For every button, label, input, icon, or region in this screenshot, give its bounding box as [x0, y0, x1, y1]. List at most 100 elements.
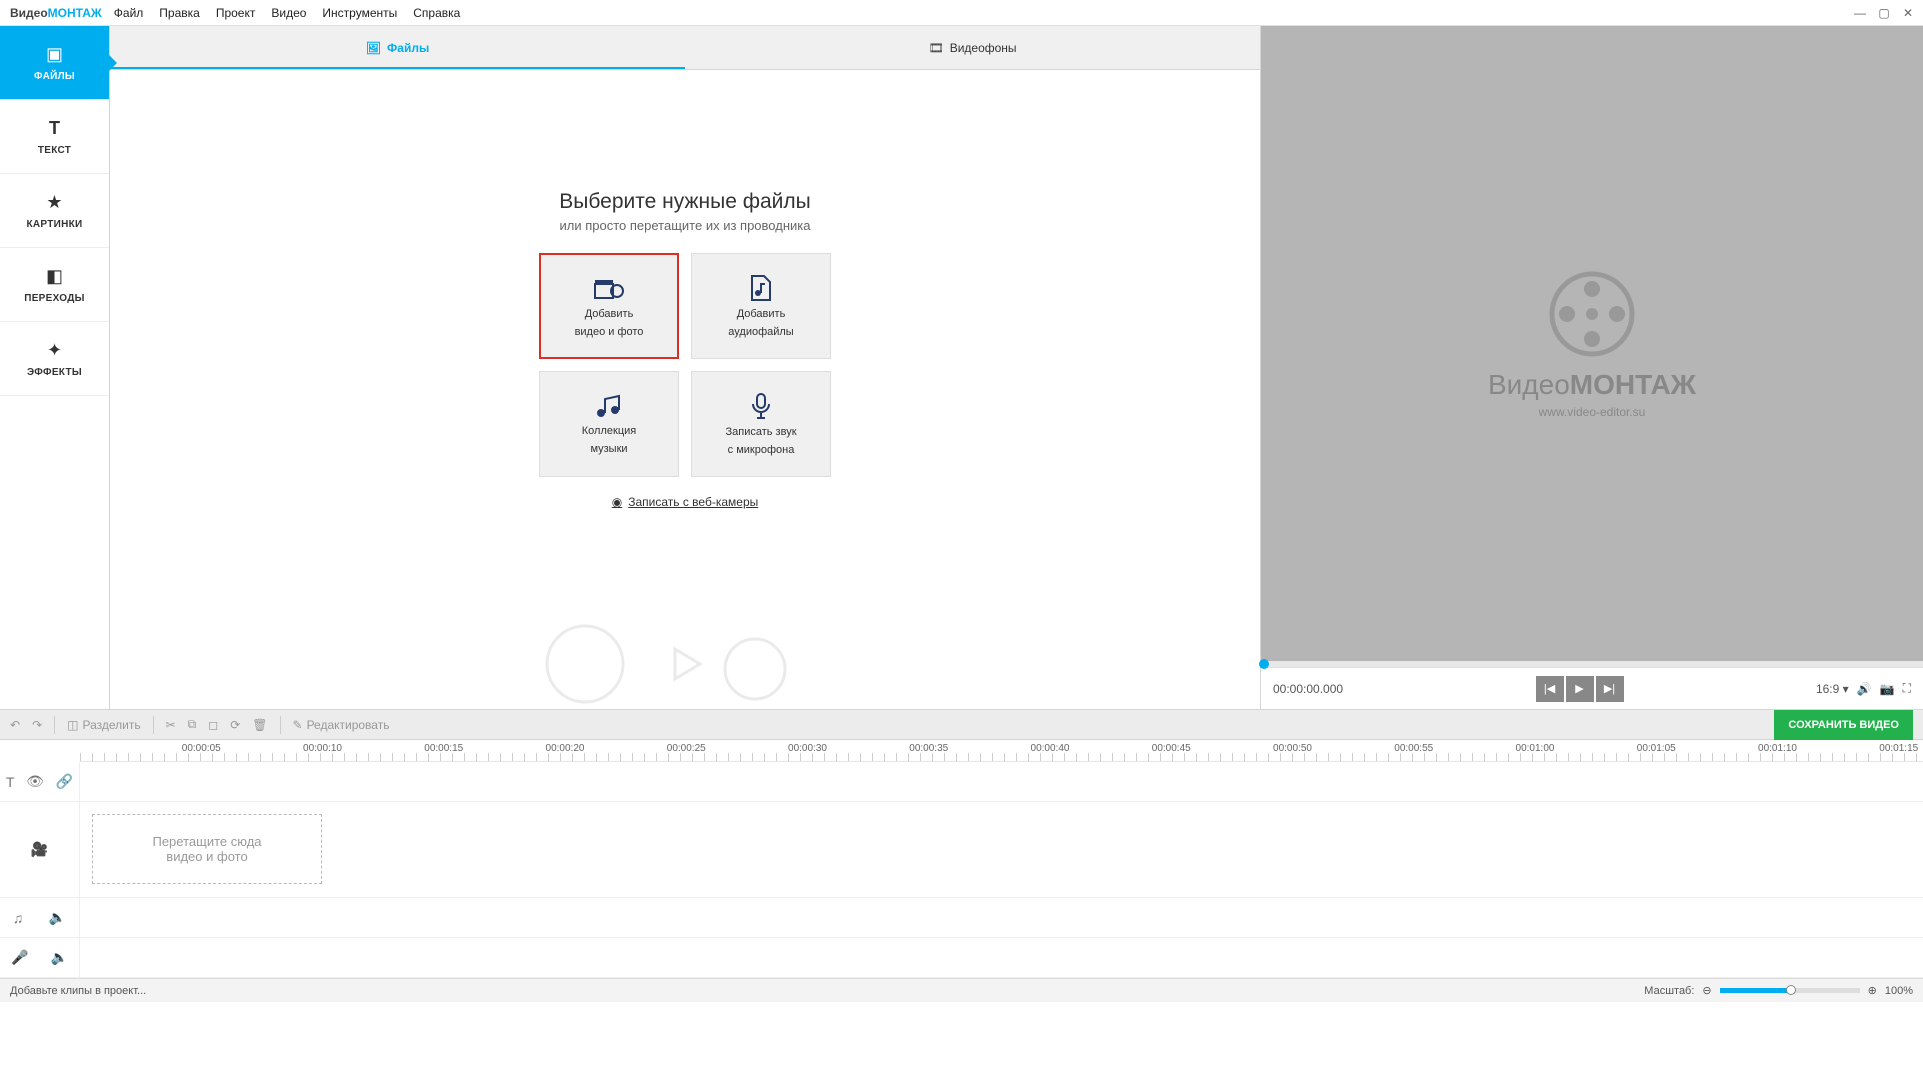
sidebar-pictures[interactable]: ★ КАРТИНКИ: [0, 174, 109, 248]
menu-file[interactable]: Файл: [114, 6, 144, 20]
sidebar-transitions[interactable]: ◧ ПЕРЕХОДЫ: [0, 248, 109, 322]
menubar: ВидеоМОНТАЖ Файл Правка Проект Видео Инс…: [0, 0, 1923, 26]
timeline-ruler[interactable]: 00:00:0500:00:1000:00:1500:00:2000:00:25…: [80, 740, 1923, 762]
file-area: Выберите нужные файлы или просто перетащ…: [110, 70, 1260, 709]
menu-project[interactable]: Проект: [216, 6, 256, 20]
sidebar-text[interactable]: T ТЕКСТ: [0, 100, 109, 174]
ruler-tick: 00:01:00: [1516, 743, 1555, 754]
rotate-button[interactable]: ⟳: [230, 718, 240, 732]
snapshot-icon[interactable]: 📷: [1880, 682, 1895, 696]
decorative-reel-icon: [525, 619, 845, 709]
menu-help[interactable]: Справка: [413, 6, 460, 20]
prev-frame-button[interactable]: |◀: [1536, 676, 1564, 702]
sidebar-text-label: ТЕКСТ: [38, 145, 71, 156]
film-icon: 🎞: [928, 41, 943, 55]
text-track-lane[interactable]: [80, 762, 1923, 801]
delete-button[interactable]: 🗑: [252, 718, 267, 732]
sidebar-effects[interactable]: ✦ ЭФФЕКТЫ: [0, 322, 109, 396]
add-audio-button[interactable]: Добавить аудиофайлы: [691, 253, 831, 359]
scrubber-handle[interactable]: [1259, 659, 1269, 669]
zoom-slider[interactable]: [1720, 988, 1860, 993]
add-video-l2: видео и фото: [575, 326, 644, 338]
visibility-icon[interactable]: 👁: [26, 773, 44, 790]
volume-icon[interactable]: 🔊: [1857, 682, 1872, 696]
webcam-label: Записать с веб-камеры: [628, 495, 758, 509]
ruler-tick: 00:00:10: [303, 743, 342, 754]
mute-icon[interactable]: 🔈: [49, 909, 66, 926]
voice-track-icon: 🎤: [11, 949, 28, 966]
content-tabs: 🖼 Файлы 🎞 Видеофоны: [110, 26, 1260, 70]
menu-video[interactable]: Видео: [271, 6, 306, 20]
menu-tools[interactable]: Инструменты: [322, 6, 397, 20]
tab-backgrounds-label: Видеофоны: [950, 41, 1017, 55]
star-icon: ★: [46, 192, 62, 213]
tab-files[interactable]: 🖼 Файлы: [110, 26, 685, 69]
transitions-icon: ◧: [46, 266, 63, 287]
file-area-title: Выберите нужные файлы: [559, 190, 811, 214]
link-icon[interactable]: 🔗: [56, 773, 73, 790]
mute-icon[interactable]: 🔈: [51, 949, 68, 966]
add-audio-l2: аудиофайлы: [728, 326, 793, 338]
zoom-out-button[interactable]: ⊖: [1702, 984, 1711, 997]
zoom-in-button[interactable]: ⊕: [1868, 984, 1877, 997]
text-track-icon: T: [6, 774, 15, 790]
add-video-photo-button[interactable]: Добавить видео и фото: [539, 253, 679, 359]
video-track-lane[interactable]: Перетащите сюда видео и фото: [80, 802, 1923, 897]
ruler-tick: 00:00:20: [546, 743, 585, 754]
cut-button[interactable]: ✂: [166, 718, 176, 732]
preview-panel: ВидеоМОНТАЖ www.video-editor.su 00:00:00…: [1261, 26, 1923, 709]
voice-track-head: 🎤 🔈: [0, 938, 80, 977]
app-logo: ВидеоМОНТАЖ: [10, 6, 102, 20]
maximize-icon[interactable]: ▢: [1877, 6, 1891, 20]
tab-backgrounds[interactable]: 🎞 Видеофоны: [685, 26, 1260, 69]
preview-viewport: ВидеоМОНТАЖ www.video-editor.su: [1261, 26, 1923, 661]
close-icon[interactable]: ✕: [1901, 6, 1915, 20]
music-track: ♫ 🔈: [0, 898, 1923, 938]
film-reel-icon: [1547, 269, 1637, 359]
record-webcam-link[interactable]: ◉ Записать с веб-камеры: [612, 495, 759, 509]
play-button[interactable]: ▶: [1566, 676, 1594, 702]
zoom-percent: 100%: [1885, 985, 1913, 997]
timeline: 00:00:0500:00:1000:00:1500:00:2000:00:25…: [0, 739, 1923, 978]
fullscreen-icon[interactable]: ⛶: [1903, 681, 1911, 696]
ruler-tick: 00:00:40: [1031, 743, 1070, 754]
crop-button[interactable]: ◻: [208, 718, 218, 732]
split-button[interactable]: ◫ Разделить: [67, 718, 140, 732]
effects-icon: ✦: [47, 340, 62, 361]
music-collection-button[interactable]: Коллекция музыки: [539, 371, 679, 477]
next-frame-button[interactable]: ▶|: [1596, 676, 1624, 702]
minimize-icon[interactable]: —: [1853, 6, 1867, 20]
redo-button[interactable]: ↷: [32, 718, 42, 732]
undo-button[interactable]: ↶: [10, 718, 20, 732]
copy-button[interactable]: ⧉: [188, 717, 197, 732]
sidebar: ▣ ФАЙЛЫ T ТЕКСТ ★ КАРТИНКИ ◧ ПЕРЕХОДЫ ✦ …: [0, 26, 110, 709]
sidebar-files-label: ФАЙЛЫ: [34, 71, 75, 82]
save-video-button[interactable]: СОХРАНИТЬ ВИДЕО: [1774, 710, 1913, 740]
menu-edit[interactable]: Правка: [159, 6, 200, 20]
record-l1: Записать звук: [725, 426, 796, 438]
ruler-tick: 00:00:05: [182, 743, 221, 754]
music-l1: Коллекция: [582, 425, 636, 437]
ruler-tick: 00:00:45: [1152, 743, 1191, 754]
scrubber[interactable]: [1261, 661, 1923, 667]
timecode: 00:00:00.000: [1273, 682, 1343, 696]
image-icon: 🖼: [366, 41, 381, 55]
aspect-ratio-selector[interactable]: 16:9 ▾: [1816, 682, 1849, 696]
add-video-l1: Добавить: [585, 308, 634, 320]
ruler-tick: 00:00:35: [909, 743, 948, 754]
music-track-lane[interactable]: [80, 898, 1923, 937]
sidebar-files[interactable]: ▣ ФАЙЛЫ: [0, 26, 109, 100]
voice-track: 🎤 🔈: [0, 938, 1923, 978]
video-dropzone[interactable]: Перетащите сюда видео и фото: [92, 814, 322, 884]
timeline-toolbar: ↶ ↷ ◫ Разделить ✂ ⧉ ◻ ⟳ 🗑 ✎ Редактироват…: [0, 709, 1923, 739]
dropzone-l1: Перетащите сюда: [152, 834, 261, 849]
webcam-icon: ◉: [612, 495, 622, 509]
status-bar: Добавьте клипы в проект... Масштаб: ⊖ ⊕ …: [0, 978, 1923, 1002]
ruler-tick: 00:00:50: [1273, 743, 1312, 754]
video-track-head: 🎥: [0, 802, 80, 897]
voice-track-lane[interactable]: [80, 938, 1923, 977]
edit-button[interactable]: ✎ Редактировать: [293, 718, 390, 732]
files-icon: ▣: [46, 44, 63, 65]
sidebar-pictures-label: КАРТИНКИ: [26, 219, 82, 230]
record-mic-button[interactable]: Записать звук с микрофона: [691, 371, 831, 477]
